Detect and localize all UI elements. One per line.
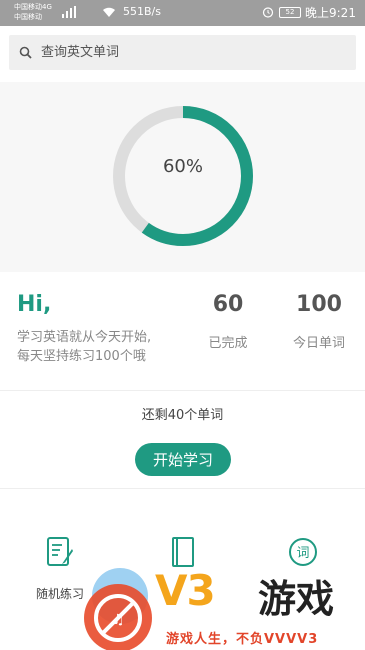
search-area bbox=[0, 26, 365, 82]
svg-text:词: 词 bbox=[296, 546, 309, 561]
divider bbox=[0, 488, 365, 489]
word-circle-icon: 词 bbox=[289, 538, 317, 566]
status-bar: 中国移动4G 中国移动 551B/s 52 晚上9:21 bbox=[0, 0, 365, 26]
completed-label: 已完成 bbox=[208, 336, 248, 351]
alarm-icon bbox=[262, 7, 274, 18]
status-time: 晚上9:21 bbox=[305, 6, 356, 20]
progress-percent-label: 60% bbox=[162, 156, 203, 177]
book-icon bbox=[172, 537, 194, 567]
daily-words-label: 今日单词 bbox=[292, 336, 345, 351]
completed-count: 60 bbox=[212, 292, 244, 317]
wifi-icon bbox=[103, 7, 115, 17]
greeting-line-1: 学习英语就从今天开始, bbox=[17, 330, 152, 345]
network-speed: 551B/s bbox=[123, 5, 161, 18]
stats-section: Hi, 学习英语就从今天开始, 每天坚持练习100个哦 60 已完成 100 今… bbox=[0, 272, 365, 390]
svg-text:♫: ♫ bbox=[112, 612, 125, 628]
carrier-secondary: 中国移动 bbox=[14, 13, 42, 21]
divider bbox=[0, 390, 365, 391]
battery-indicator: 52 bbox=[279, 7, 301, 18]
progress-section: 60% bbox=[0, 82, 365, 272]
search-box[interactable] bbox=[9, 35, 356, 70]
watermark-v3: V3 bbox=[155, 566, 216, 615]
watermark-slogan: 游戏人生，不负VVVV3 bbox=[166, 632, 319, 647]
carrier-primary: 中国移动4G bbox=[14, 3, 52, 11]
start-learning-button[interactable]: 开始学习 bbox=[135, 443, 231, 476]
remaining-words: 还剩40个单词 bbox=[141, 408, 224, 423]
notebook-pen-icon bbox=[47, 537, 73, 566]
daily-words-count: 100 bbox=[296, 292, 342, 317]
greeting-description: 学习英语就从今天开始, 每天坚持练习100个哦 bbox=[17, 328, 187, 366]
signal-icon bbox=[62, 6, 76, 18]
greeting-title: Hi, bbox=[17, 292, 52, 317]
watermark-game: 游戏 bbox=[258, 577, 335, 621]
search-icon bbox=[19, 46, 32, 59]
greeting-line-2: 每天坚持练习100个哦 bbox=[17, 349, 146, 364]
carrier-info: 中国移动4G 中国移动 bbox=[14, 2, 52, 22]
search-input[interactable] bbox=[41, 41, 341, 64]
